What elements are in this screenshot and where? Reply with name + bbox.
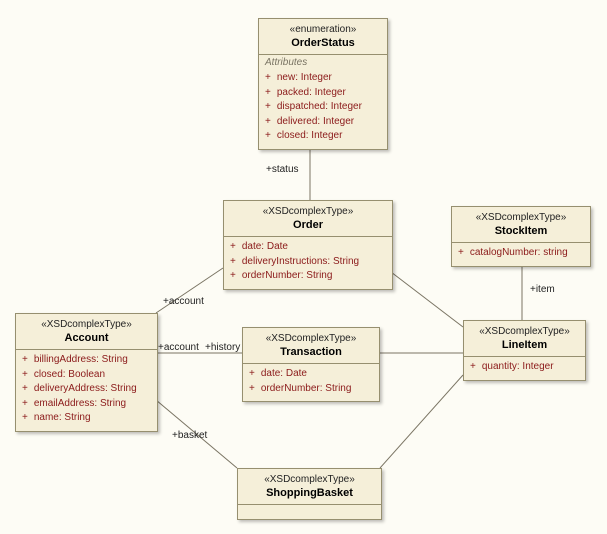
class-header: «XSDcomplexType» Account <box>16 314 157 349</box>
label-account-transaction: +account <box>158 342 199 353</box>
stereotype: «XSDcomplexType» <box>22 318 151 331</box>
label-item: +item <box>530 284 555 295</box>
class-order[interactable]: «XSDcomplexType» Order +date: Date +deli… <box>223 200 393 290</box>
class-name: ShoppingBasket <box>244 486 375 500</box>
class-header: «XSDcomplexType» Order <box>224 201 392 236</box>
attr: +new: Integer <box>265 71 381 86</box>
stereotype: «XSDcomplexType» <box>244 473 375 486</box>
attr: +date: Date <box>230 240 386 255</box>
attrs-list <box>238 504 381 519</box>
class-shoppingbasket[interactable]: «XSDcomplexType» ShoppingBasket <box>237 468 382 520</box>
label-status: +status <box>266 164 299 175</box>
class-transaction[interactable]: «XSDcomplexType» Transaction +date: Date… <box>242 327 380 402</box>
attr: +orderNumber: String <box>230 269 386 284</box>
attr: +deliveryInstructions: String <box>230 255 386 270</box>
stereotype: «XSDcomplexType» <box>230 205 386 218</box>
class-name: Transaction <box>249 345 373 359</box>
attr: +closed: Integer <box>265 129 381 144</box>
attrs-list: +date: Date +deliveryInstructions: Strin… <box>224 236 392 289</box>
attr: +packed: Integer <box>265 86 381 101</box>
class-lineitem[interactable]: «XSDcomplexType» LineItem +quantity: Int… <box>463 320 586 381</box>
attr: +closed: Boolean <box>22 368 151 383</box>
stereotype: «XSDcomplexType» <box>249 332 373 345</box>
attr: +deliveryAddress: String <box>22 382 151 397</box>
stereotype: «XSDcomplexType» <box>470 325 579 338</box>
attr: +date: Date <box>249 367 373 382</box>
class-header: «enumeration» OrderStatus <box>259 19 387 54</box>
class-name: OrderStatus <box>265 36 381 50</box>
attr: +name: String <box>22 411 151 426</box>
class-name: Account <box>22 331 151 345</box>
attr: +billingAddress: String <box>22 353 151 368</box>
class-stockitem[interactable]: «XSDcomplexType» StockItem +catalogNumbe… <box>451 206 591 267</box>
attr: +dispatched: Integer <box>265 100 381 115</box>
class-header: «XSDcomplexType» LineItem <box>464 321 585 356</box>
class-name: StockItem <box>458 224 584 238</box>
label-account-order: +account <box>163 296 204 307</box>
stereotype: «XSDcomplexType» <box>458 211 584 224</box>
stereotype: «enumeration» <box>265 23 381 36</box>
attrs-section-label: Attributes <box>259 54 387 68</box>
attr: +orderNumber: String <box>249 382 373 397</box>
attr: +quantity: Integer <box>470 360 579 375</box>
class-name: Order <box>230 218 386 232</box>
attrs-list: +catalogNumber: string <box>452 242 590 266</box>
class-account[interactable]: «XSDcomplexType» Account +billingAddress… <box>15 313 158 432</box>
class-header: «XSDcomplexType» StockItem <box>452 207 590 242</box>
class-header: «XSDcomplexType» Transaction <box>243 328 379 363</box>
attrs-list: +billingAddress: String +closed: Boolean… <box>16 349 157 431</box>
class-header: «XSDcomplexType» ShoppingBasket <box>238 469 381 504</box>
class-orderstatus[interactable]: «enumeration» OrderStatus Attributes +ne… <box>258 18 388 150</box>
attrs-list: +new: Integer +packed: Integer +dispatch… <box>259 68 387 149</box>
attrs-list: +quantity: Integer <box>464 356 585 380</box>
attrs-list: +date: Date +orderNumber: String <box>243 363 379 401</box>
class-name: LineItem <box>470 338 579 352</box>
attr: +emailAddress: String <box>22 397 151 412</box>
label-history: +history <box>205 342 240 353</box>
attr: +delivered: Integer <box>265 115 381 130</box>
attr: +catalogNumber: string <box>458 246 584 261</box>
label-basket: +basket <box>172 430 207 441</box>
